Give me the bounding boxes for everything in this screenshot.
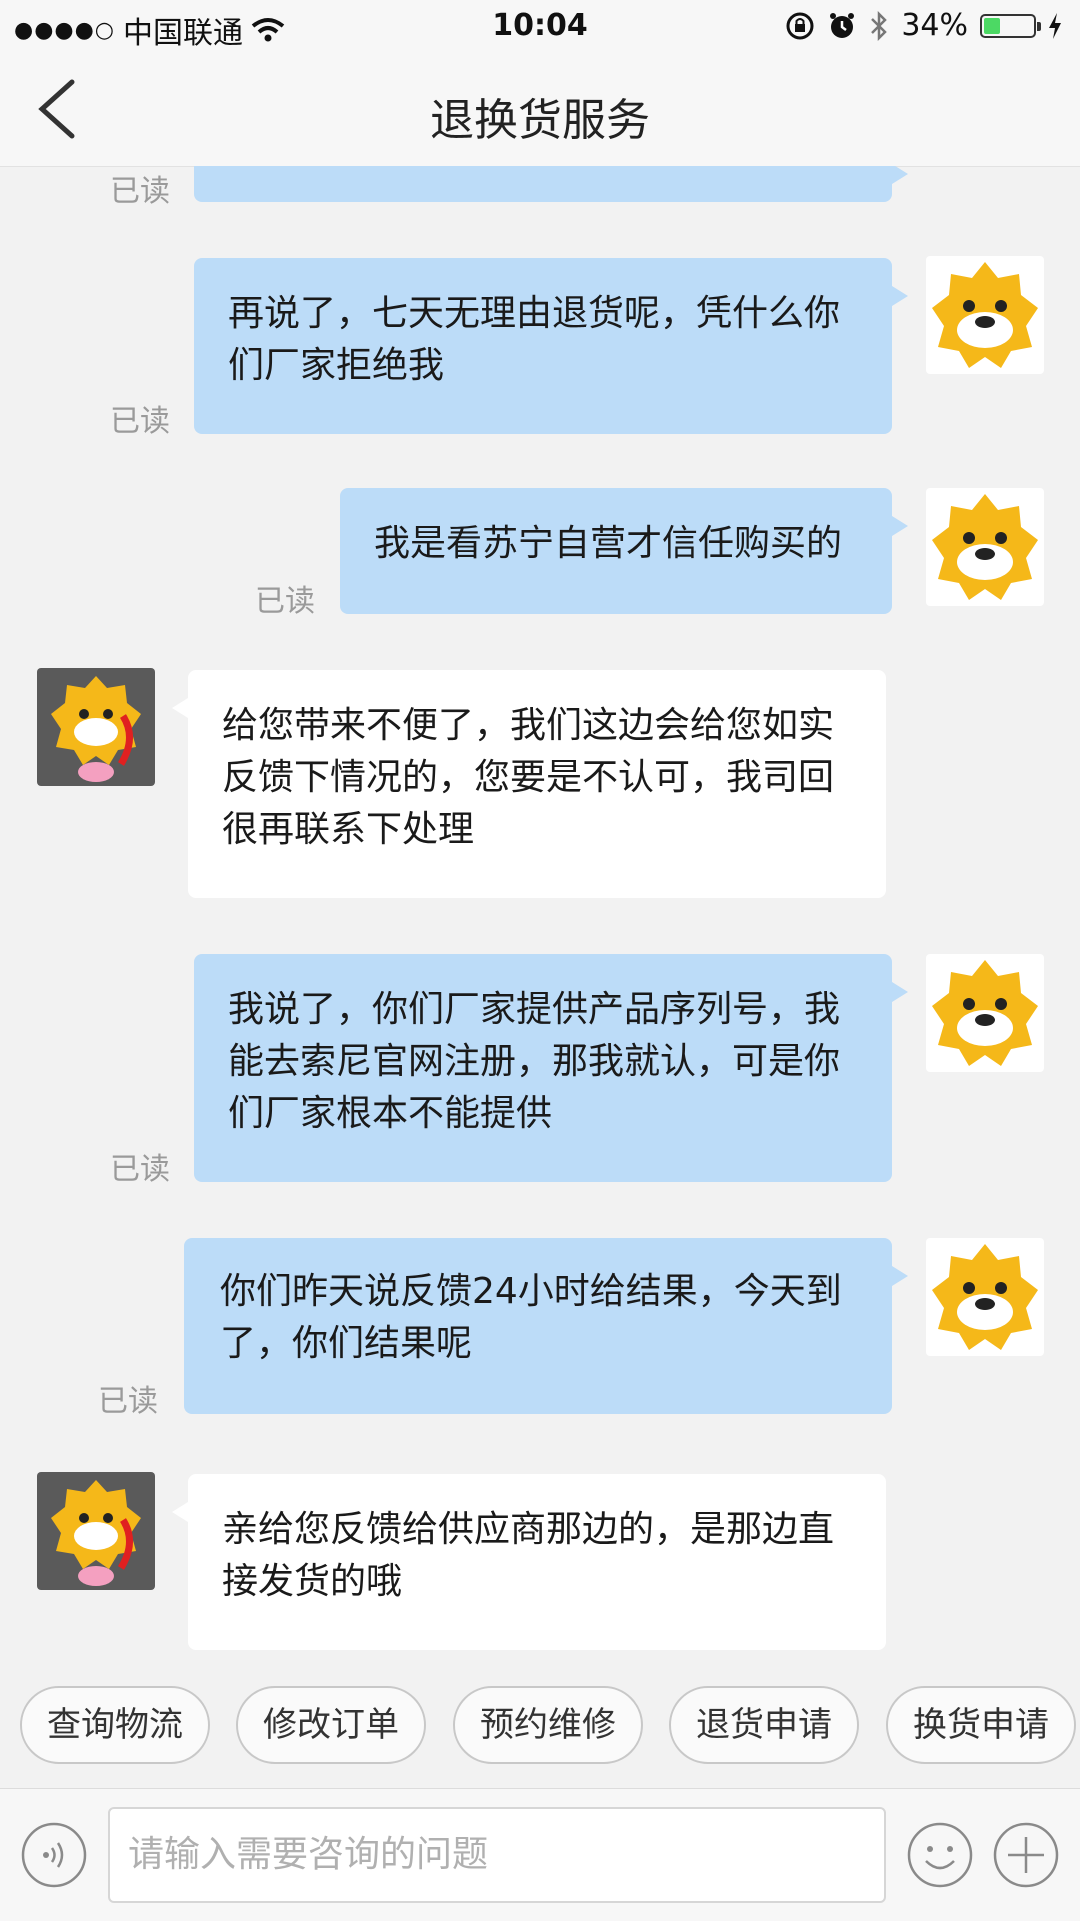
chat-list[interactable]: 已读 再说了，七天无理由退货呢，凭什么你们厂家拒绝我 已读 我是看苏宁自营才信任… [0,166,1080,1676]
user-avatar[interactable] [926,256,1044,374]
message-text: 我是看苏宁自营才信任购买的 [374,523,843,564]
agent-avatar[interactable] [37,1472,155,1590]
mascot-lion-icon [932,494,1038,600]
voice-icon[interactable] [20,1821,88,1889]
emoji-icon[interactable] [906,1821,974,1889]
quick-reply-modify-order[interactable]: 修改订单 [236,1686,426,1764]
plus-icon[interactable] [992,1821,1060,1889]
input-bar: 请输入需要咨询的问题 [0,1788,1080,1921]
charging-icon [1049,12,1061,39]
rotation-lock-icon [786,12,814,39]
read-receipt: 已读 [110,174,170,209]
mascot-lion-icon [932,960,1038,1066]
read-receipt: 已读 [255,584,315,619]
quick-reply-track-logistics[interactable]: 查询物流 [20,1686,210,1764]
quick-reply-exchange-request[interactable]: 换货申请 [886,1686,1076,1764]
battery-icon [980,13,1041,38]
message-bubble-outgoing[interactable]: 你们昨天说反馈24小时给结果，今天到了，你们结果呢 [184,1238,908,1414]
read-receipt: 已读 [110,404,170,439]
read-receipt: 已读 [110,1152,170,1187]
quick-reply-book-repair[interactable]: 预约维修 [453,1686,643,1764]
status-bar: ●●●●○ 中国联通 10:04 34% [0,0,1080,54]
message-text: 你们昨天说反馈24小时给结果，今天到了，你们结果呢 [220,1271,842,1364]
quick-reply-return-request[interactable]: 退货申请 [669,1686,859,1764]
message-bubble-incoming[interactable]: 亲给您反馈给供应商那边的，是那边直接发货的哦 [172,1474,886,1650]
message-bubble-outgoing[interactable]: 再说了，七天无理由退货呢，凭什么你们厂家拒绝我 [194,258,908,434]
message-text: 给您带来不便了，我们这边会给您如实反馈下情况的，您要是不认可，我司回很再联系下处… [222,705,835,850]
question-input[interactable]: 请输入需要咨询的问题 [108,1807,886,1903]
mascot-agent-icon [51,676,141,782]
mascot-lion-icon [932,262,1038,368]
battery-level [984,17,1000,34]
status-right: 34% [785,8,1062,43]
user-avatar[interactable] [926,954,1044,1072]
alarm-icon [830,12,855,38]
mascot-lion-icon [932,1244,1038,1350]
user-avatar[interactable] [926,488,1044,606]
message-bubble-outgoing[interactable]: 我是看苏宁自营才信任购买的 [340,488,908,614]
message-text: 再说了，七天无理由退货呢，凭什么你们厂家拒绝我 [228,293,841,386]
mascot-agent-icon [51,1480,141,1586]
read-receipt: 已读 [98,1384,158,1419]
user-avatar[interactable] [926,1238,1044,1356]
quick-reply-bar: 查询物流 修改订单 预约维修 退货申请 换货申请 [0,1676,1080,1788]
agent-avatar[interactable] [37,668,155,786]
message-text: 亲给您反馈给供应商那边的，是那边直接发货的哦 [222,1509,835,1602]
page-title: 退换货服务 [430,95,650,146]
battery-percent: 34% [901,8,968,43]
bluetooth-icon [871,10,888,41]
message-bubble-incoming[interactable]: 给您带来不便了，我们这边会给您如实反馈下情况的，您要是不认可，我司回很再联系下处… [172,670,886,898]
nav-bar: 退换货服务 [0,54,1080,167]
message-text: 我说了，你们厂家提供产品序列号，我能去索尼官网注册，那我就认，可是你们厂家根本不… [228,989,841,1134]
message-bubble-outgoing[interactable]: 我说了，你们厂家提供产品序列号，我能去索尼官网注册，那我就认，可是你们厂家根本不… [194,954,908,1182]
message-bubble-outgoing[interactable] [194,166,908,202]
